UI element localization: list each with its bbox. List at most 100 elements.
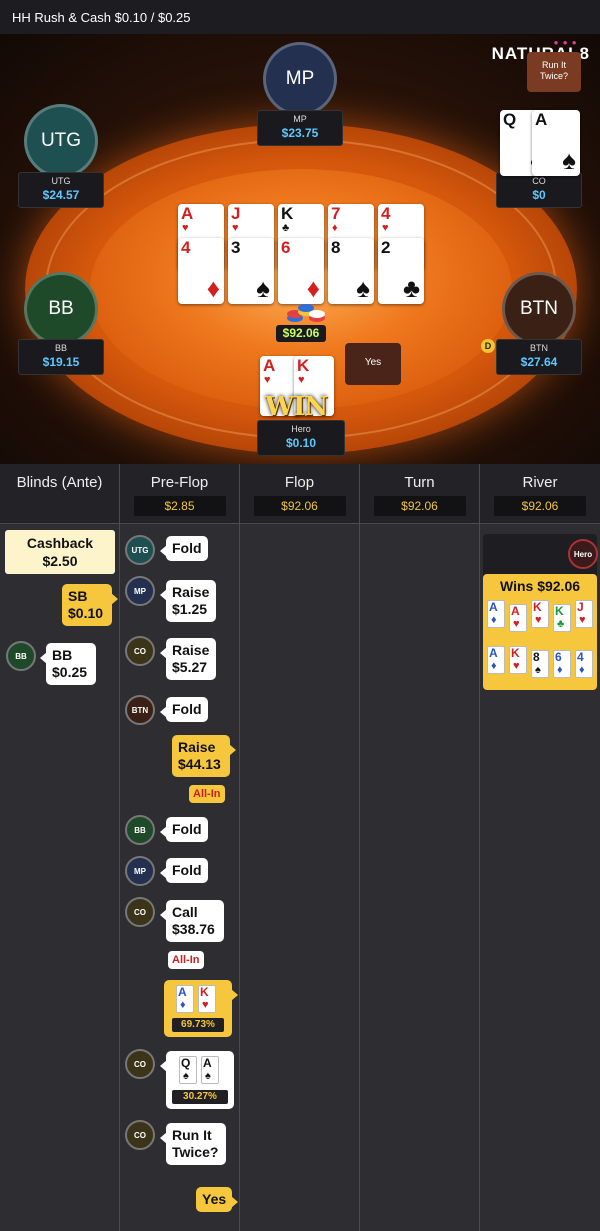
mini-card: K ♣ [553, 604, 571, 632]
column-title: River [522, 474, 558, 491]
card-suit: ♦ [557, 664, 563, 676]
column-header: Blinds (Ante) [0, 464, 119, 524]
win-box: Wins $92.06 A ♦ A ♥ K ♥ K ♣ J ♥ A ♦ K ♥ 8 ♠ 6 ♦ 4… [483, 574, 597, 690]
card-suit: ♦ [180, 999, 186, 1011]
position-chip-utg: UTG [125, 535, 155, 565]
cashback-label: Cashback [26, 535, 94, 551]
card-rank: A [511, 604, 520, 618]
card-rank: K [555, 604, 564, 618]
card-rank: 4 [381, 204, 391, 223]
card-suit: ♦ [579, 664, 585, 676]
all-in-badge: All-In [189, 785, 225, 803]
mini-card: A ♦ [487, 600, 505, 628]
seat-nameplate-bb: BB $19.15 [18, 339, 104, 375]
mini-card: K ♥ [531, 600, 549, 628]
card-suit: ♣ [282, 222, 290, 234]
column-flop: Flop $92.06 [240, 464, 360, 1231]
co-equity-box: Q ♠ A ♠ 30.27% [160, 1051, 234, 1109]
wins-label: Wins $92.06 [499, 578, 581, 594]
card-rank: 4 [181, 238, 191, 257]
seat-avatar-mp[interactable]: MP [263, 42, 337, 116]
position-chip-co: CO [125, 636, 155, 666]
card-rank: K [281, 204, 294, 223]
action-type: Call [172, 904, 198, 920]
column-blinds: Blinds (Ante) [0, 464, 120, 1231]
card-suit: ♦ [206, 273, 220, 303]
column-title: Pre-Flop [150, 474, 209, 491]
question-line: Run It [172, 1127, 212, 1143]
column-title: Blinds (Ante) [16, 474, 103, 491]
card-suit: ♠ [183, 1070, 189, 1082]
column-header: Pre-Flop $2.85 [120, 464, 239, 524]
mini-card: J ♥ [575, 600, 593, 628]
card-rank: 4 [577, 650, 584, 664]
run-it-twice-bubble: Run It Twice? [527, 52, 581, 92]
seat-nameplate-utg: UTG $24.57 [18, 172, 104, 208]
card-rank: A [263, 356, 276, 375]
seat-stack: $23.75 [281, 126, 319, 140]
action-amount: $44.13 [178, 756, 221, 772]
mini-card: Q ♠ [179, 1056, 197, 1084]
seat-avatar-btn[interactable]: BTN [502, 272, 576, 346]
sb-label: SB [68, 588, 88, 604]
action-type: Raise [178, 739, 216, 755]
card-suit: ♦ [332, 222, 338, 234]
mini-card: 6 ♦ [553, 650, 571, 678]
bb-post: BB $0.25 [40, 643, 96, 685]
card-rank: K [511, 646, 520, 660]
seat-nameplate-btn: BTN $27.64 [496, 339, 582, 375]
poker-table: ● ● ●NATURAL8 Run It Twice? MP MP $23.75… [0, 34, 600, 464]
seat-position: BTN [530, 343, 548, 353]
card-rank: J [577, 600, 584, 614]
card-suit: ♦ [491, 614, 497, 626]
board-card: 8 ♠ [328, 238, 374, 304]
card-suit: ♠ [205, 1070, 211, 1082]
board-card: 2 ♣ [378, 238, 424, 304]
position-chip-bb: BB [125, 815, 155, 845]
card-rank: Q [181, 1056, 191, 1070]
card-rank: K [200, 985, 209, 999]
column-turn: Turn $92.06 [360, 464, 480, 1231]
card-rank: A [178, 985, 187, 999]
seat-avatar-bb[interactable]: BB [24, 272, 98, 346]
seat-nameplate-co: CO $0 [496, 172, 582, 208]
seat-nameplate-mp: MP $23.75 [257, 110, 343, 146]
seat-stack: $19.15 [42, 355, 80, 369]
card-rank: A [489, 646, 498, 660]
yes-bubble: Yes [345, 343, 401, 385]
card-rank: A [181, 204, 194, 223]
position-chip-co: CO [125, 1120, 155, 1150]
card-suit: ♠ [562, 145, 576, 175]
action-bubble: Raise $1.25 [160, 580, 216, 622]
mini-card: A ♥ [509, 604, 527, 632]
hero-action-bubble: Raise $44.13 [172, 735, 236, 777]
run-it-twice-answer: Yes [196, 1187, 239, 1212]
card-rank: 6 [555, 650, 562, 664]
card-rank: 6 [281, 238, 291, 257]
card-suit: ♠ [256, 273, 270, 303]
equity-percent: 30.27% [172, 1090, 228, 1104]
dealer-button-icon: D [481, 339, 495, 353]
sb-amount: $0.10 [68, 605, 104, 621]
column-header: Turn $92.06 [360, 464, 479, 524]
hero-equity-box: A ♦ K ♥ 69.73% [164, 980, 238, 1037]
action-bubble: Fold [160, 536, 208, 561]
window-title: HH Rush & Cash $0.10 / $0.25 [0, 0, 600, 34]
action-amount: $1.25 [172, 601, 208, 617]
action-bubble: Fold [160, 697, 208, 722]
mini-card: A ♦ [176, 985, 194, 1013]
card-rank: A [535, 110, 548, 129]
sb-post: SB $0.10 [62, 584, 118, 626]
action-type: Raise [172, 642, 210, 658]
win-badge: WIN [265, 392, 328, 422]
seat-stack: $27.64 [520, 355, 558, 369]
card-rank: A [203, 1056, 212, 1070]
card-suit: ♥ [264, 374, 271, 386]
seat-avatar-utg[interactable]: UTG [24, 104, 98, 178]
seat-nameplate-hero: Hero $0.10 [257, 420, 345, 456]
card-suit: ♥ [513, 618, 520, 630]
mini-card: K ♥ [509, 646, 527, 674]
seat-position: Hero [291, 424, 311, 434]
board-card: 4 ♦ [178, 238, 224, 304]
column-header: River $92.06 [480, 464, 600, 524]
